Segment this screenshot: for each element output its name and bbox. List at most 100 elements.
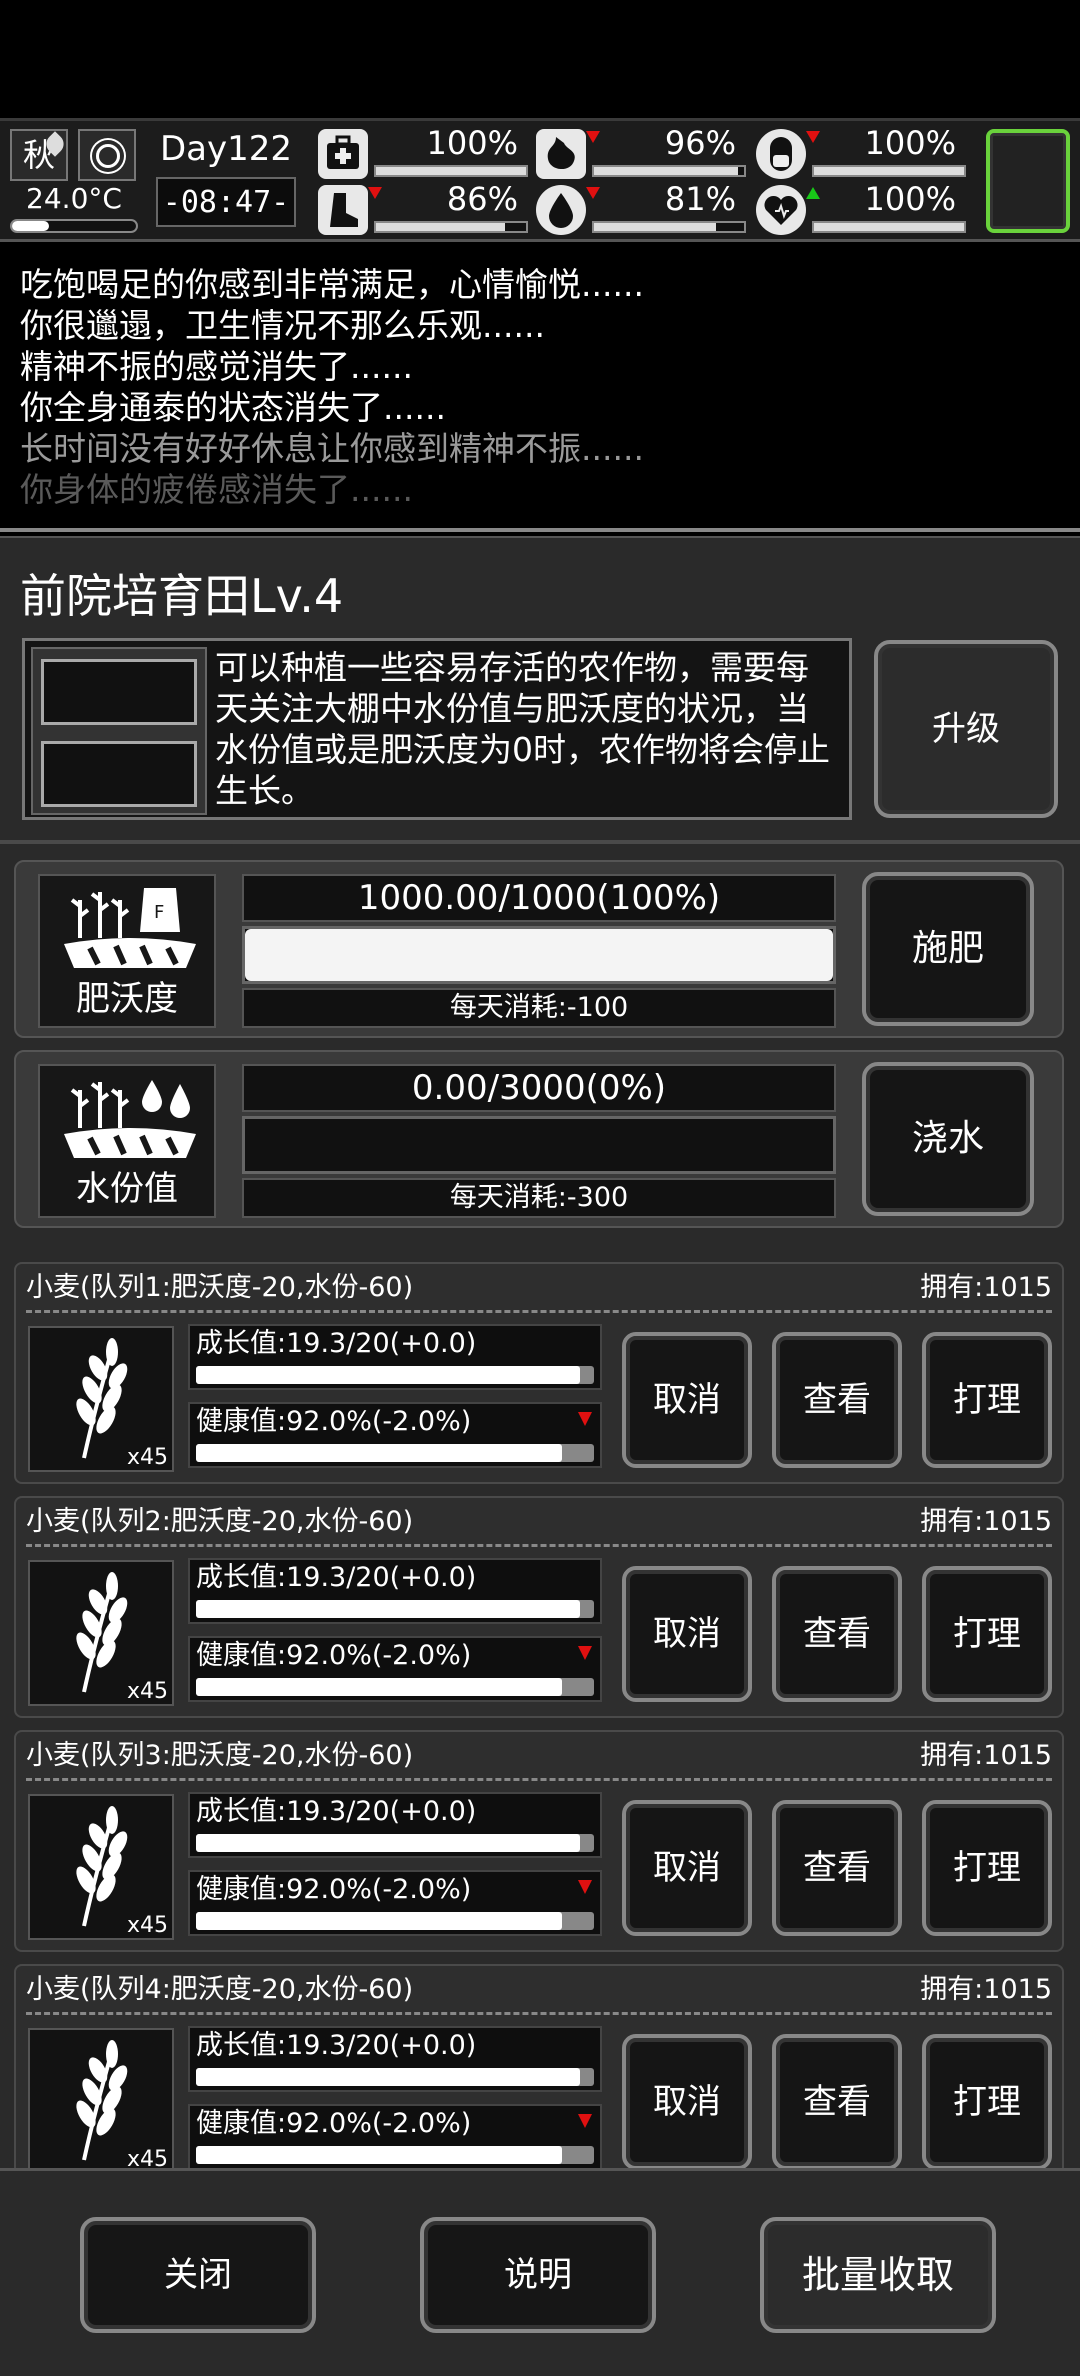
divider <box>26 1778 1052 1781</box>
arrow-down-icon <box>586 131 600 143</box>
arrow-down-icon <box>578 1646 592 1660</box>
status-bar: 秋 24.0°C Day122 -08:47- 100% 96% 100% 86… <box>0 118 1080 242</box>
log-line: 你全身通泰的状态消失了...... <box>20 388 446 427</box>
cancel-button[interactable]: 取消 <box>622 1800 752 1936</box>
field-image <box>31 647 207 815</box>
batch-harvest-button[interactable]: 批量收取 <box>760 2217 996 2333</box>
fertilize-button[interactable]: 施肥 <box>862 872 1034 1026</box>
fertility-icon-box: F 肥沃度 <box>38 874 216 1028</box>
water-value: 0.00/3000(0%) <box>242 1064 836 1112</box>
view-button[interactable]: 查看 <box>772 2034 902 2170</box>
panel-title: 前院培育田Lv.4 <box>20 569 344 623</box>
divider <box>0 840 1080 844</box>
crop-owned: 拥有:1015 <box>920 1740 1052 1771</box>
hunger-bar <box>592 165 746 177</box>
cancel-button[interactable]: 取消 <box>622 1566 752 1702</box>
temperature: 24.0°C <box>26 182 122 215</box>
health-icon <box>318 129 368 179</box>
cancel-button[interactable]: 取消 <box>622 2034 752 2170</box>
medicine-bar <box>812 165 966 177</box>
growth-bar <box>196 1834 594 1852</box>
crop-count: x45 <box>126 1913 168 1938</box>
crop-header: 小麦(队列4:肥沃度-20,水份-60) <box>26 1974 414 2005</box>
arrow-down-icon <box>806 131 820 143</box>
health-meter: 健康值:92.0%(-2.0%) <box>188 2104 602 2170</box>
message-log[interactable]: 吃饱喝足的你感到非常满足，心情愉悦...... 你很邋遢，卫生情况不那么乐观..… <box>0 242 1080 532</box>
fertility-bar <box>242 926 836 984</box>
heart-icon <box>756 185 806 235</box>
mood-bar <box>812 221 966 233</box>
view-button[interactable]: 查看 <box>772 1566 902 1702</box>
crop-queue-item: 小麦(队列2:肥沃度-20,水份-60) 拥有:1015 x45 成长值:19.… <box>14 1496 1064 1718</box>
health-bar <box>196 1912 594 1930</box>
footer-bar: 关闭 说明 批量收取 <box>0 2168 1080 2376</box>
tend-button[interactable]: 打理 <box>922 1800 1052 1936</box>
arrow-down-icon <box>578 2114 592 2128</box>
divider <box>26 1544 1052 1547</box>
wheat-icon: x45 <box>28 2028 174 2170</box>
tend-button[interactable]: 打理 <box>922 1332 1052 1468</box>
description-text: 可以种植一些容易存活的农作物，需要每天关注大棚中水份值与肥沃度的状况，当水份值或… <box>215 648 830 810</box>
crop-count: x45 <box>126 2147 168 2170</box>
view-button[interactable]: 查看 <box>772 1332 902 1468</box>
crop-queue-item: 小麦(队列1:肥沃度-20,水份-60) 拥有:1015 x45 成长值:19.… <box>14 1262 1064 1484</box>
crop-count: x45 <box>126 1445 168 1470</box>
divider <box>26 2012 1052 2015</box>
tend-button[interactable]: 打理 <box>922 2034 1052 2170</box>
arrow-up-icon <box>806 187 820 199</box>
wheat-icon: x45 <box>28 1326 174 1472</box>
health-bar <box>374 165 528 177</box>
stat-hunger: 96% <box>536 124 746 181</box>
foot-icon <box>318 185 368 235</box>
arrow-down-icon <box>578 1880 592 1894</box>
day-counter: Day122 <box>159 129 293 169</box>
crop-header: 小麦(队列3:肥沃度-20,水份-60) <box>26 1740 414 1771</box>
arrow-down-icon <box>368 187 382 199</box>
fertility-row: F 肥沃度 1000.00/1000(100%) 每天消耗:-100 施肥 <box>14 860 1064 1038</box>
divider <box>0 528 1080 532</box>
water-bar <box>242 1116 836 1174</box>
log-line: 长时间没有好好休息让你感到精神不振...... <box>20 429 644 468</box>
sun-icon <box>96 144 120 168</box>
help-button[interactable]: 说明 <box>420 2217 656 2333</box>
season-box: 秋 <box>10 129 68 181</box>
thirst-bar <box>592 221 746 233</box>
stat-stamina: 86% <box>318 180 528 237</box>
growth-text: 成长值:19.3/20(+0.0) <box>196 1562 477 1593</box>
crop-header: 小麦(队列2:肥沃度-20,水份-60) <box>26 1506 414 1537</box>
crop-owned: 拥有:1015 <box>920 1974 1052 2005</box>
water-row: 水份值 0.00/3000(0%) 每天消耗:-300 浇水 <box>14 1050 1064 1228</box>
fertility-label: 肥沃度 <box>76 979 178 1019</box>
log-line: 你身体的疲倦感消失了...... <box>20 470 413 509</box>
upgrade-button[interactable]: 升级 <box>874 640 1058 818</box>
arrow-down-icon <box>586 187 600 199</box>
game-screen: 秋 24.0°C Day122 -08:47- 100% 96% 100% 86… <box>0 0 1080 2376</box>
growth-text: 成长值:19.3/20(+0.0) <box>196 1796 477 1827</box>
growth-meter: 成长值:19.3/20(+0.0) <box>188 1558 602 1624</box>
growth-bar <box>196 2068 594 2086</box>
view-button[interactable]: 查看 <box>772 1800 902 1936</box>
water-daily-cost: 每天消耗:-300 <box>242 1178 836 1218</box>
growth-bar <box>196 1366 594 1384</box>
health-bar <box>196 2146 594 2164</box>
crop-header: 小麦(队列1:肥沃度-20,水份-60) <box>26 1272 414 1303</box>
crop-queue-item: 小麦(队列3:肥沃度-20,水份-60) 拥有:1015 x45 成长值:19.… <box>14 1730 1064 1952</box>
wheat-icon: x45 <box>28 1560 174 1706</box>
health-text: 健康值:92.0%(-2.0%) <box>196 2108 472 2139</box>
equipment-slot[interactable] <box>986 129 1070 233</box>
tend-button[interactable]: 打理 <box>922 1566 1052 1702</box>
health-text: 健康值:92.0%(-2.0%) <box>196 1640 472 1671</box>
crop-queue-item: 小麦(队列4:肥沃度-20,水份-60) 拥有:1015 x45 成长值:19.… <box>14 1964 1064 2170</box>
health-meter: 健康值:92.0%(-2.0%) <box>188 1402 602 1468</box>
growth-meter: 成长值:19.3/20(+0.0) <box>188 1792 602 1858</box>
svg-text:F: F <box>154 902 164 923</box>
close-button[interactable]: 关闭 <box>80 2217 316 2333</box>
cancel-button[interactable]: 取消 <box>622 1332 752 1468</box>
water-button[interactable]: 浇水 <box>862 1062 1034 1216</box>
log-line: 你很邋遢，卫生情况不那么乐观...... <box>20 306 545 345</box>
field-panel: 前院培育田Lv.4 可以种植一些容易存活的农作物，需要每天关注大棚中水份值与肥沃… <box>0 536 1080 2170</box>
crop-queue-list[interactable]: 小麦(队列1:肥沃度-20,水份-60) 拥有:1015 x45 成长值:19.… <box>0 1248 1080 2170</box>
fertilizer-icon: F <box>64 888 196 968</box>
stat-thirst: 81% <box>536 180 746 237</box>
crop-count: x45 <box>126 1679 168 1704</box>
